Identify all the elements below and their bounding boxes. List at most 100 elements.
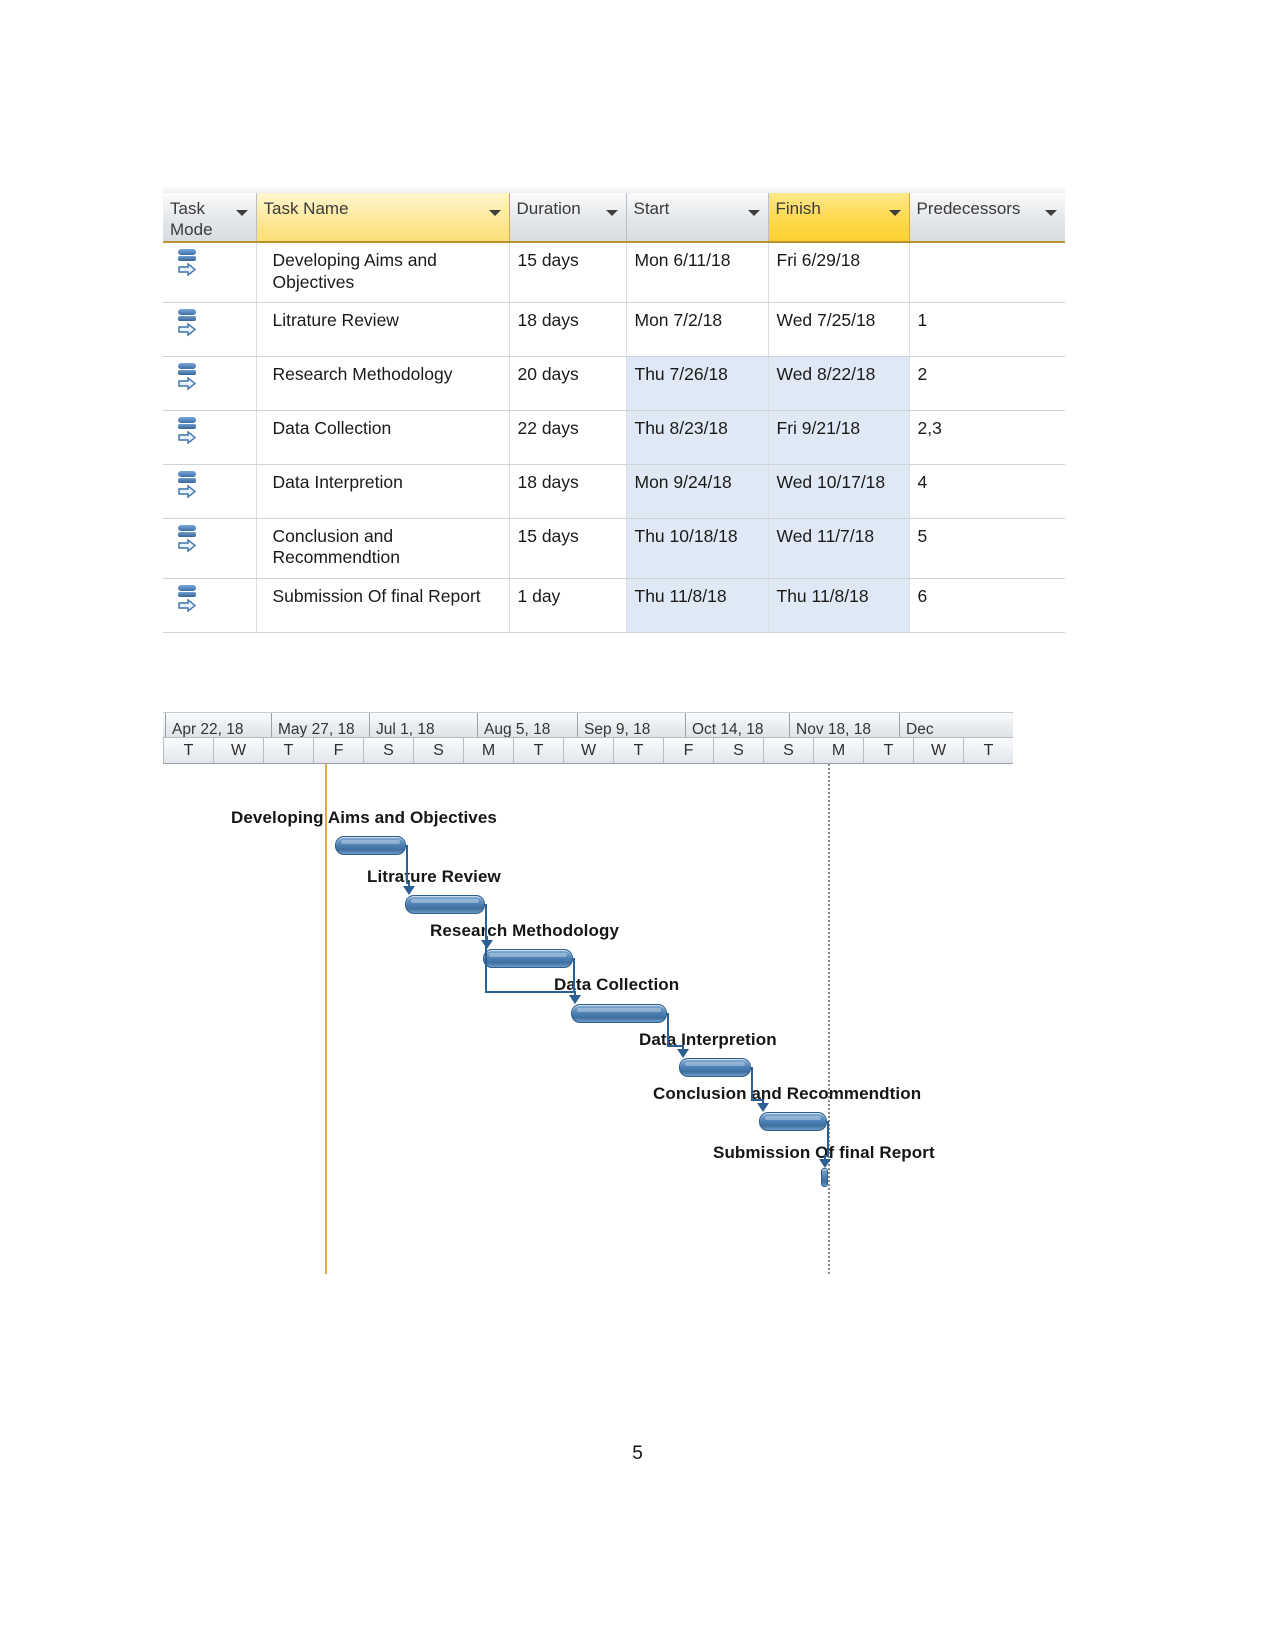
timeline-month-label: Aug 5, 18 (477, 713, 577, 737)
cell-duration[interactable]: 1 day (509, 578, 627, 633)
filter-dropdown-icon[interactable] (747, 210, 760, 216)
cell-duration[interactable]: 15 days (509, 518, 627, 579)
table-row[interactable]: Data Interpretion 18 days Mon 9/24/18 Wed 1… (163, 464, 1065, 519)
cell-task-mode[interactable] (163, 578, 257, 633)
column-header-start[interactable]: Start (626, 193, 769, 243)
cell-task-mode[interactable] (163, 464, 257, 519)
table-row[interactable]: Submission Of final Report 1 day Thu 11/8/… (163, 578, 1065, 633)
timeline-day-row: TWTFSSMTWTFSSMTWT (163, 738, 1013, 764)
timeline-day-label: F (663, 738, 713, 763)
cell-duration[interactable]: 20 days (509, 356, 627, 411)
cell-duration[interactable]: 18 days (509, 464, 627, 519)
cell-finish[interactable]: Fri 9/21/18 (768, 410, 910, 465)
table-row[interactable]: Research Methodology 20 days Thu 7/26/18 We… (163, 356, 1065, 411)
cell-predecessors[interactable]: 4 (909, 464, 1065, 519)
cell-start[interactable]: Mon 9/24/18 (626, 464, 769, 519)
column-header-task-mode-label: Task Mode (170, 199, 213, 239)
cell-task-mode[interactable] (163, 302, 257, 357)
column-header-duration[interactable]: Duration (509, 193, 627, 243)
cell-start[interactable]: Thu 7/26/18 (626, 356, 769, 411)
timeline-month-label: May 27, 18 (271, 713, 369, 737)
table-row[interactable]: Data Collection 22 days Thu 8/23/18 Fri 9/2… (163, 410, 1065, 465)
cell-start[interactable]: Mon 6/11/18 (626, 242, 769, 303)
cell-finish[interactable]: Wed 8/22/18 (768, 356, 910, 411)
table-body: Developing Aims and Objectives 15 days Mon… (163, 242, 1065, 633)
filter-dropdown-icon[interactable] (488, 210, 501, 216)
gantt-bar[interactable] (405, 895, 485, 914)
column-header-start-label: Start (633, 199, 670, 218)
cell-task-mode[interactable] (163, 356, 257, 411)
cell-duration[interactable]: 18 days (509, 302, 627, 357)
cell-task-name[interactable]: Data Interpretion (256, 464, 510, 519)
link-arrow-icon (569, 995, 581, 1004)
table-row[interactable]: Developing Aims and Objectives 15 days Mon… (163, 242, 1065, 303)
cell-start[interactable]: Mon 7/2/18 (626, 302, 769, 357)
cell-task-name[interactable]: Litrature Review (256, 302, 510, 357)
table-header-row: Task Mode Task Name Duration Start Finis… (163, 193, 1065, 243)
cell-task-name[interactable]: Submission Of final Report (256, 578, 510, 633)
cell-predecessors[interactable]: 1 (909, 302, 1065, 357)
gantt-bar[interactable] (679, 1058, 751, 1077)
gantt-bar-label: Research Methodology (430, 921, 620, 940)
link-arrow-icon (757, 1103, 769, 1112)
manually-scheduled-icon (177, 470, 203, 501)
cell-task-name[interactable]: Developing Aims and Objectives (256, 242, 510, 303)
cell-task-mode[interactable] (163, 518, 257, 579)
link-arrow-icon (819, 1159, 831, 1168)
project-task-grid: Task Mode Task Name Duration Start Finis… (163, 186, 1065, 638)
cell-finish[interactable]: Fri 6/29/18 (768, 242, 910, 303)
cell-start[interactable]: Thu 8/23/18 (626, 410, 769, 465)
timeline-month-label: Dec (899, 713, 1013, 737)
cell-start[interactable]: Thu 10/18/18 (626, 518, 769, 579)
table-row[interactable]: Litrature Review 18 days Mon 7/2/18 Wed 7/2… (163, 302, 1065, 357)
cell-finish[interactable]: Wed 11/7/18 (768, 518, 910, 579)
column-header-finish[interactable]: Finish (768, 193, 910, 243)
gantt-bar[interactable] (759, 1112, 827, 1131)
cell-task-name[interactable]: Conclusion and Recommendtion (256, 518, 510, 579)
cell-predecessors[interactable] (909, 242, 1065, 303)
gantt-bar[interactable] (483, 949, 573, 968)
cell-task-mode[interactable] (163, 410, 257, 465)
gantt-plot-area: Developing Aims and Objectives Litrature … (163, 764, 1013, 1274)
cell-task-name[interactable]: Research Methodology (256, 356, 510, 411)
cell-predecessors[interactable]: 2 (909, 356, 1065, 411)
column-header-task-name-label: Task Name (263, 199, 349, 218)
filter-dropdown-icon[interactable] (605, 210, 618, 216)
gantt-bar[interactable] (335, 836, 406, 855)
cell-finish[interactable]: Thu 11/8/18 (768, 578, 910, 633)
column-header-task-mode[interactable]: Task Mode (163, 193, 257, 243)
project-start-line (325, 764, 327, 1274)
timeline-day-label: S (363, 738, 413, 763)
cell-finish[interactable]: Wed 10/17/18 (768, 464, 910, 519)
cell-duration[interactable]: 15 days (509, 242, 627, 303)
table-row[interactable]: Conclusion and Recommendtion 15 days Thu 1… (163, 518, 1065, 579)
gantt-bar[interactable] (821, 1168, 828, 1187)
timeline-day-label: F (313, 738, 363, 763)
cell-start[interactable]: Thu 11/8/18 (626, 578, 769, 633)
cell-predecessors[interactable]: 6 (909, 578, 1065, 633)
filter-dropdown-icon[interactable] (235, 210, 248, 216)
page-number: 5 (632, 1443, 643, 1464)
gantt-bar-label: Litrature Review (367, 867, 501, 886)
manually-scheduled-icon (177, 416, 203, 447)
cell-task-name[interactable]: Data Collection (256, 410, 510, 465)
timeline-day-label: W (563, 738, 613, 763)
column-header-predecessors[interactable]: Predecessors (909, 193, 1065, 243)
link-arrow-icon (403, 886, 415, 895)
cell-finish[interactable]: Wed 7/25/18 (768, 302, 910, 357)
timeline-day-label: T (263, 738, 313, 763)
filter-dropdown-icon[interactable] (888, 210, 901, 216)
link-arrow-icon (481, 940, 493, 949)
cell-predecessors[interactable]: 2,3 (909, 410, 1065, 465)
cell-task-mode[interactable] (163, 242, 257, 303)
timeline-day-label: M (463, 738, 513, 763)
column-header-task-name[interactable]: Task Name (256, 193, 510, 243)
cell-predecessors[interactable]: 5 (909, 518, 1065, 579)
gantt-bar[interactable] (571, 1004, 667, 1023)
manually-scheduled-icon (177, 249, 203, 279)
manually-scheduled-icon (177, 584, 203, 615)
timeline-day-label: M (813, 738, 863, 763)
filter-dropdown-icon[interactable] (1044, 210, 1057, 216)
link-arrow-icon (677, 1049, 689, 1058)
cell-duration[interactable]: 22 days (509, 410, 627, 465)
